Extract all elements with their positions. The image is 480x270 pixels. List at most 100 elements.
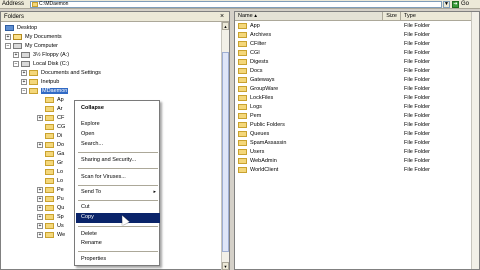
file-row[interactable]: Archives File Folder [235, 31, 480, 40]
file-type: File Folder [404, 41, 430, 47]
file-name: SpamAssassin [250, 140, 287, 146]
expand-icon[interactable]: + [37, 204, 43, 211]
folder-icon [45, 159, 54, 166]
folder-icon [45, 213, 54, 220]
tree-item-spamassassin[interactable]: + Sp [37, 213, 64, 222]
folder-icon [238, 23, 247, 29]
expand-icon[interactable]: + [37, 186, 43, 193]
tree-item-docs[interactable]: + Do [37, 141, 64, 150]
file-row[interactable]: Public Folders File Folder [235, 121, 480, 130]
file-type: File Folder [404, 59, 430, 65]
expand-icon[interactable]: + [37, 213, 43, 220]
collapse-icon[interactable]: − [21, 87, 27, 94]
tree-item-cfilter[interactable]: + CF [37, 114, 64, 123]
folder-icon [238, 95, 247, 101]
file-row[interactable]: Docs File Folder [235, 67, 480, 76]
expand-icon[interactable]: + [37, 231, 43, 238]
file-row[interactable]: CGI File Folder [235, 49, 480, 58]
tree-item-local-disk[interactable]: − Local Disk (C:) [13, 60, 69, 69]
file-list-panel: Name ▴ Size Type App File Folder Archives F… [234, 11, 480, 270]
tree-item-digests[interactable]: Di [45, 132, 62, 141]
file-name: App [250, 23, 260, 29]
file-row[interactable]: WorldClient File Folder [235, 166, 480, 175]
file-row[interactable]: App File Folder [235, 22, 480, 31]
go-button[interactable]: Go [461, 1, 469, 7]
file-row[interactable]: Queues File Folder [235, 130, 480, 139]
folder-icon [32, 2, 38, 7]
desktop-icon [5, 24, 14, 31]
file-name: Logs [250, 104, 262, 110]
collapse-icon[interactable]: − [5, 42, 11, 49]
tree-item-documents-and-settings[interactable]: + Documents and Settings [21, 69, 101, 78]
expand-icon[interactable]: + [37, 141, 43, 148]
tree-item-pem[interactable]: + Pe [37, 186, 64, 195]
tree-item-groupware[interactable]: Gr [45, 159, 63, 168]
scroll-down-icon[interactable]: ▼ [222, 262, 229, 270]
tree-item-lockfiles[interactable]: Lo [45, 168, 63, 177]
expand-icon[interactable]: + [37, 195, 43, 202]
menu-item-collapse[interactable]: Collapse [81, 104, 104, 113]
folder-icon [238, 59, 247, 65]
tree-item-queues[interactable]: + Qu [37, 204, 64, 213]
tree-item-users[interactable]: + Us [37, 222, 64, 231]
file-row[interactable]: Pem File Folder [235, 112, 480, 121]
file-row[interactable]: Digests File Folder [235, 58, 480, 67]
expand-icon[interactable]: + [21, 78, 27, 85]
file-row[interactable]: Logs File Folder [235, 103, 480, 112]
menu-item-rename[interactable]: Rename [81, 239, 102, 248]
column-header-name[interactable]: Name ▴ [235, 12, 383, 21]
menu-item-scan-for-viruses[interactable]: Scan for Viruses... [81, 173, 126, 182]
column-header-size[interactable]: Size [383, 12, 401, 21]
folders-title: Folders [4, 14, 25, 20]
scroll-up-icon[interactable]: ▲ [222, 22, 229, 30]
menu-item-search[interactable]: Search... [81, 140, 103, 149]
menu-item-copy[interactable]: Copy [81, 213, 94, 222]
file-row[interactable]: CFilter File Folder [235, 40, 480, 49]
tree-item-inetpub[interactable]: + Inetpub [21, 78, 59, 87]
scroll-thumb[interactable] [222, 52, 229, 252]
menu-item-sharing-and-security[interactable]: Sharing and Security... [81, 156, 136, 165]
tree-item-public-folders[interactable]: + Pu [37, 195, 64, 204]
file-row[interactable]: SpamAssassin File Folder [235, 139, 480, 148]
tree-item-archives[interactable]: Ar [45, 105, 63, 114]
tree-item-my-computer[interactable]: − My Computer [5, 42, 58, 51]
menu-item-explore[interactable]: Explore [81, 120, 100, 129]
tree-item-gateways[interactable]: Ga [45, 150, 64, 159]
tree-item-cgi[interactable]: CG [45, 123, 65, 132]
collapse-icon[interactable]: − [13, 60, 19, 67]
tree-item-desktop[interactable]: Desktop [5, 24, 37, 33]
file-row[interactable]: WebAdmin File Folder [235, 157, 480, 166]
expand-icon[interactable]: + [5, 33, 11, 40]
file-name: GroupWare [250, 86, 279, 92]
menu-item-open[interactable]: Open [81, 130, 94, 139]
expand-icon[interactable]: + [13, 51, 19, 58]
go-arrow-icon[interactable]: ➜ [452, 1, 459, 8]
tree-item-webadmin[interactable]: + We [37, 231, 65, 240]
tree-item-logs[interactable]: Lo [45, 177, 63, 186]
file-row[interactable]: GroupWare File Folder [235, 85, 480, 94]
menu-item-delete[interactable]: Delete [81, 230, 97, 239]
address-input[interactable]: C:\MDaemon [30, 1, 442, 8]
expand-icon[interactable]: + [37, 222, 43, 229]
tree-item-floppy[interactable]: +3½ Floppy (A:) [13, 51, 69, 60]
file-row[interactable]: LockFiles File Folder [235, 94, 480, 103]
tree-item-my-documents[interactable]: + My Documents [5, 33, 62, 42]
close-icon[interactable]: × [218, 13, 226, 21]
file-type: File Folder [404, 68, 430, 74]
menu-item-cut[interactable]: Cut [81, 203, 90, 212]
expand-icon[interactable]: + [21, 69, 27, 76]
tree-item-app[interactable]: Ap [45, 96, 64, 105]
menu-item-properties[interactable]: Properties [81, 255, 106, 264]
expand-icon[interactable]: + [37, 114, 43, 121]
file-type: File Folder [404, 167, 430, 173]
address-dropdown-button[interactable]: ▼ [443, 1, 450, 8]
tree-scrollbar[interactable]: ▲ ▼ [221, 22, 229, 270]
menu-item-send-to[interactable]: Send To ▸ [81, 188, 159, 197]
folder-icon [238, 131, 247, 137]
column-header-type[interactable]: Type [401, 12, 473, 21]
file-list-scrollbar[interactable] [471, 12, 479, 269]
file-row[interactable]: Users File Folder [235, 148, 480, 157]
file-name: CFilter [250, 41, 267, 47]
tree-item-mdaemon[interactable]: − MDaemon [21, 87, 69, 96]
file-row[interactable]: Gateways File Folder [235, 76, 480, 85]
